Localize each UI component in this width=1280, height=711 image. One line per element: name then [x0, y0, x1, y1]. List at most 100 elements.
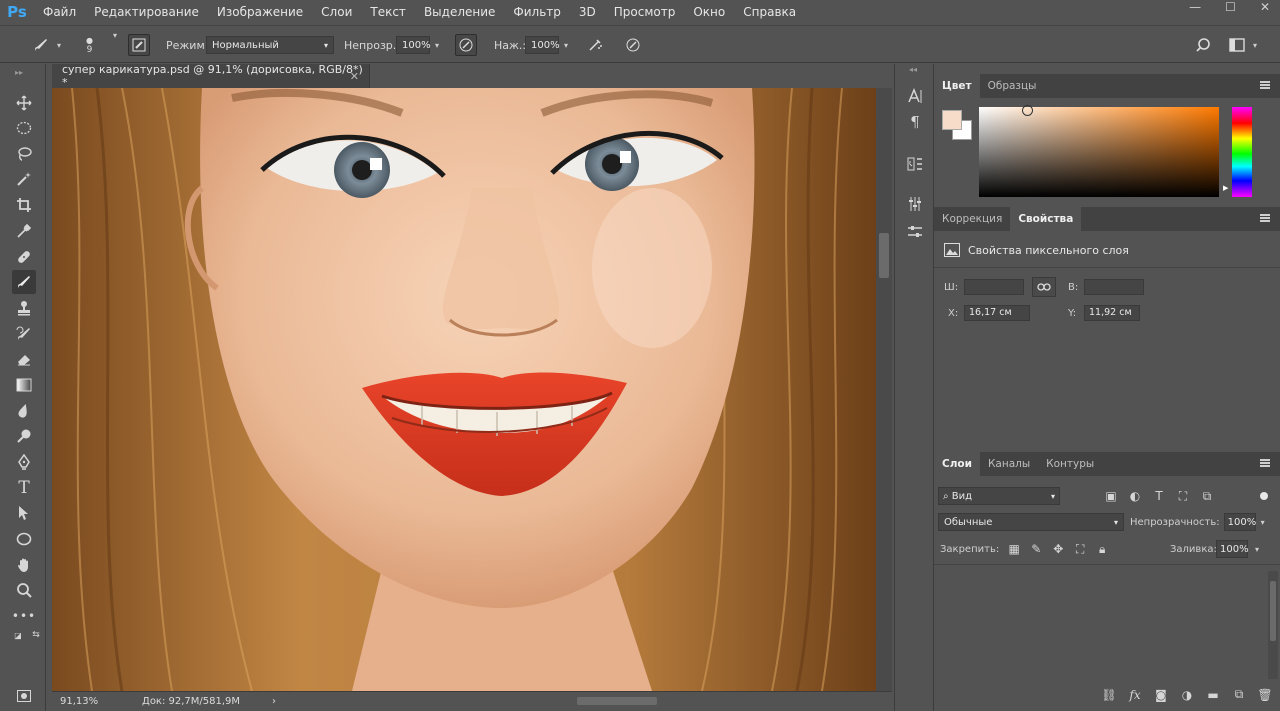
lock-pixels-icon[interactable]: ✎ — [1025, 542, 1047, 556]
color-spectrum[interactable] — [979, 107, 1219, 197]
filter-smart-object-icon[interactable]: ⧉ — [1196, 489, 1218, 504]
history-brush-icon[interactable] — [12, 322, 36, 346]
swap-colors-icon[interactable]: ⇆ — [30, 629, 42, 641]
opacity-input[interactable]: 100% ▾ — [396, 26, 444, 64]
fill-input[interactable]: 100% — [1216, 540, 1249, 558]
filter-adjustment-icon[interactable]: ◐ — [1124, 489, 1146, 504]
close-tab-icon[interactable]: ✕ — [350, 70, 359, 83]
path-select-icon[interactable] — [12, 501, 36, 525]
panel-menu-icon[interactable] — [1260, 459, 1270, 467]
filter-type-icon[interactable]: T — [1148, 489, 1170, 504]
panel-collapse-icon[interactable]: ▸▸ — [15, 68, 23, 77]
lock-all-icon[interactable]: 🔒︎ — [1091, 542, 1113, 557]
scrollbar-thumb[interactable] — [879, 233, 889, 278]
magic-wand-icon[interactable] — [12, 167, 36, 191]
character-panel-icon[interactable] — [903, 84, 927, 108]
pen-icon[interactable] — [12, 450, 36, 474]
chevron-down-icon[interactable]: ▾ — [1250, 540, 1264, 558]
tab-properties[interactable]: Свойства — [1010, 207, 1082, 231]
new-layer-icon[interactable]: ⧉ — [1228, 687, 1250, 702]
hue-slider[interactable] — [1232, 107, 1252, 197]
marquee-icon[interactable] — [12, 116, 36, 140]
filter-pixel-icon[interactable]: ▣ — [1100, 489, 1122, 504]
layers-scrollbar[interactable] — [1268, 571, 1278, 679]
height-input[interactable] — [1084, 279, 1144, 295]
history-panel-icon[interactable] — [903, 152, 927, 176]
lock-transparent-icon[interactable]: ▦ — [1003, 542, 1025, 556]
horizontal-scrollbar[interactable] — [342, 695, 922, 707]
fx-icon[interactable]: fx — [1124, 688, 1146, 702]
stamp-icon[interactable] — [12, 296, 36, 320]
menu-view[interactable]: Просмотр — [605, 0, 685, 24]
gradient-icon[interactable] — [12, 373, 36, 397]
menu-help[interactable]: Справка — [734, 0, 805, 24]
lock-artboard-icon[interactable]: ⛶ — [1069, 542, 1091, 557]
zoom-icon[interactable] — [12, 578, 36, 602]
document-tab[interactable]: супер карикатура.psd @ 91,1% (дорисовка,… — [52, 63, 370, 89]
panel-menu-icon[interactable] — [1260, 81, 1270, 89]
menu-select[interactable]: Выделение — [415, 0, 504, 24]
y-input[interactable]: 11,92 см — [1084, 305, 1140, 321]
menu-edit[interactable]: Редактирование — [85, 0, 208, 24]
lock-position-icon[interactable]: ✥ — [1047, 542, 1069, 556]
paragraph-panel-icon[interactable]: ¶ — [903, 110, 927, 134]
brush-size-picker[interactable]: ● 9 — [86, 26, 93, 64]
canvas[interactable] — [52, 88, 876, 691]
filter-toggle-icon[interactable] — [1260, 492, 1268, 500]
vertical-scrollbar[interactable] — [876, 88, 892, 691]
pressure-opacity-toggle[interactable] — [455, 26, 477, 64]
healing-icon[interactable] — [12, 245, 36, 269]
blend-mode-select[interactable]: Обычные ▾ — [938, 513, 1124, 531]
menu-file[interactable]: Файл — [34, 0, 85, 24]
search-button[interactable] — [1192, 26, 1214, 64]
menu-window[interactable]: Окно — [684, 0, 734, 24]
brush-panel-toggle[interactable] — [128, 26, 150, 64]
color-picker-cursor[interactable] — [1022, 105, 1033, 116]
move-icon[interactable] — [12, 91, 36, 115]
hand-icon[interactable] — [12, 553, 36, 577]
eraser-icon[interactable] — [12, 347, 36, 371]
more-tools-icon[interactable]: ••• — [12, 604, 36, 628]
menu-type[interactable]: Текст — [361, 0, 415, 24]
brush-tool-icon[interactable] — [12, 270, 36, 294]
folder-icon[interactable]: ▬ — [1202, 688, 1224, 702]
flow-input[interactable]: 100% ▾ — [525, 26, 573, 64]
menu-layers[interactable]: Слои — [312, 0, 361, 24]
type-icon[interactable]: T — [12, 476, 36, 500]
brush-settings-panel-icon[interactable] — [903, 192, 927, 216]
tab-paths[interactable]: Контуры — [1038, 452, 1102, 476]
menu-filter[interactable]: Фильтр — [504, 0, 569, 24]
eyedropper-icon[interactable] — [12, 219, 36, 243]
adjustment-icon[interactable]: ◑ — [1176, 688, 1198, 702]
tool-preset-picker[interactable]: ▾ — [30, 26, 66, 64]
trash-icon[interactable]: 🗑︎ — [1254, 688, 1276, 702]
width-input[interactable] — [964, 279, 1024, 295]
quick-mask-icon[interactable] — [12, 684, 36, 708]
adjustments-panel-icon[interactable] — [903, 220, 927, 244]
mode-select[interactable]: Нормальный ▾ — [206, 26, 334, 64]
dodge-icon[interactable] — [12, 424, 36, 448]
panel-collapse-icon[interactable]: ◂◂ — [909, 65, 917, 74]
lasso-icon[interactable] — [12, 142, 36, 166]
link-icon[interactable]: ⛓ — [1098, 688, 1120, 702]
foreground-color-swatch[interactable] — [942, 110, 962, 130]
tab-swatches[interactable]: Образцы — [980, 74, 1045, 98]
zoom-level[interactable]: 91,13% — [60, 696, 98, 707]
pressure-size-toggle[interactable] — [622, 26, 644, 64]
filter-shape-icon[interactable]: ⛶ — [1172, 489, 1194, 504]
close-window-button[interactable]: ✕ — [1260, 0, 1270, 14]
maximize-button[interactable]: ☐ — [1225, 0, 1236, 14]
layer-opacity-input[interactable]: 100% — [1223, 513, 1256, 531]
scrollbar-thumb[interactable] — [1270, 581, 1276, 641]
status-menu-icon[interactable]: › — [272, 696, 276, 707]
airbrush-toggle[interactable] — [584, 26, 606, 64]
blur-icon[interactable] — [12, 399, 36, 423]
layer-filter-select[interactable]: ⌕ Вид ▾ — [938, 487, 1060, 505]
menu-image[interactable]: Изображение — [208, 0, 312, 24]
tab-channels[interactable]: Каналы — [980, 452, 1038, 476]
panel-menu-icon[interactable] — [1260, 214, 1270, 222]
x-input[interactable]: 16,17 см — [964, 305, 1030, 321]
minimize-button[interactable]: — — [1189, 0, 1201, 14]
layers-list[interactable] — [934, 564, 1280, 684]
ellipse-icon[interactable] — [12, 527, 36, 551]
